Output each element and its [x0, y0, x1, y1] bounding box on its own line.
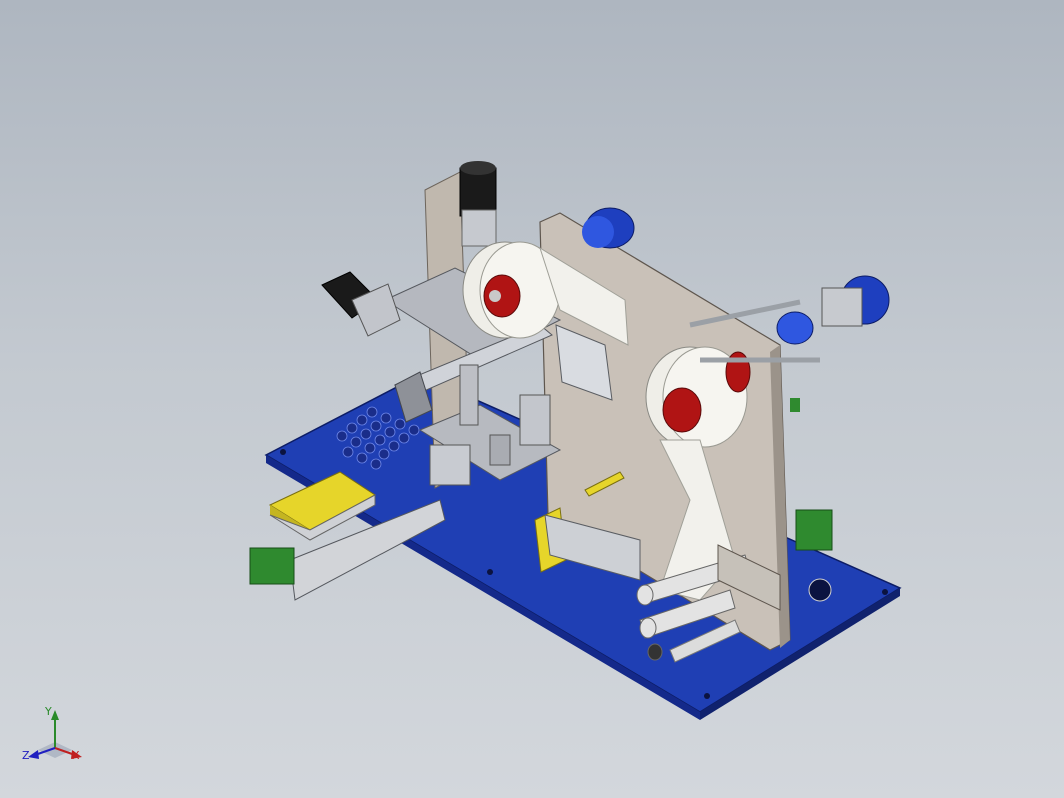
mounting-hole	[280, 449, 286, 455]
baseplate-hole	[808, 578, 832, 602]
blue-motor-right	[776, 275, 890, 345]
blue-motor-top	[582, 207, 635, 249]
cad-viewport[interactable]: Y X Z	[0, 0, 1064, 798]
servo-motor-top	[459, 167, 497, 217]
triad-x-label: X	[72, 749, 80, 762]
mounting-hole	[704, 693, 710, 699]
triad-y-label: Y	[45, 705, 52, 718]
machine-assembly-model[interactable]	[0, 0, 1064, 798]
green-connector-left	[249, 547, 295, 585]
mounting-hole	[882, 589, 888, 595]
green-connector-right	[795, 509, 833, 551]
triad-z-label: Z	[22, 749, 30, 762]
mounting-hole	[487, 569, 493, 575]
green-connector-small	[790, 398, 800, 412]
